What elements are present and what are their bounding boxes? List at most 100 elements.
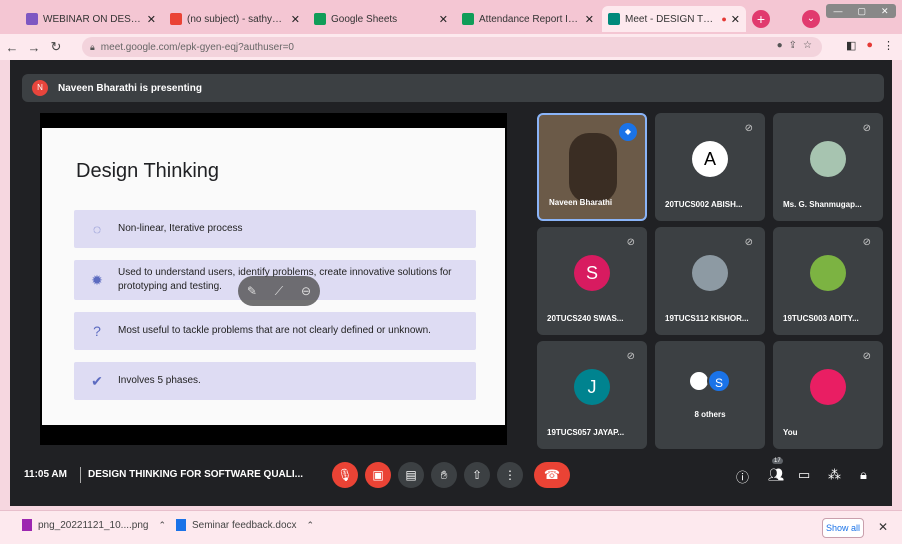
profile-avatar-icon[interactable]: ●	[866, 39, 873, 52]
participant-tile[interactable]: ⊘ S 20TUCS240 SWAS...	[537, 227, 647, 335]
mic-muted-icon: ⊘	[744, 237, 753, 248]
raise-hand-button[interactable]: ✋︎	[431, 462, 457, 488]
slide-bullet: ✔ Involves 5 phases.	[74, 362, 476, 400]
chevron-up-icon[interactable]: ⌃	[158, 520, 166, 531]
sheets-icon	[314, 13, 326, 25]
tab-meet[interactable]: Meet - DESIGN THINKING ● ✕	[602, 6, 746, 32]
gear-icon: ✹	[91, 271, 103, 288]
chevron-up-icon[interactable]: ⌃	[307, 520, 315, 531]
browser-toolbar: ← → ↻ 🔒︎ meet.google.com/epk-gyen-eqj?au…	[0, 34, 902, 60]
participant-avatar	[692, 255, 728, 291]
participant-tile[interactable]: ⊘ J 19TUCS057 JAYAP...	[537, 341, 647, 449]
maximize-icon[interactable]: ▢	[857, 6, 866, 17]
download-item[interactable]: Seminar feedback.docx ⌃	[176, 519, 314, 531]
bookmark-star-icon[interactable]: ☆	[803, 40, 812, 51]
activities-icon[interactable]: ⁂	[828, 467, 841, 483]
meeting-details-icon[interactable]: ⓘ	[736, 467, 749, 486]
mute-presenter-icon[interactable]: ⟋	[275, 284, 283, 299]
close-tab-icon[interactable]: ✕	[439, 13, 448, 26]
pin-icon[interactable]: ✎	[247, 284, 257, 298]
presentation-overlay-controls[interactable]: ✎ ⟋ ⊖	[238, 276, 320, 306]
sheets-icon	[462, 13, 474, 25]
presenting-banner: N Naveen Bharathi is presenting	[22, 74, 884, 102]
close-tab-icon[interactable]: ✕	[291, 13, 300, 26]
speaking-indicator-icon: ◆	[619, 123, 637, 141]
tab-webinar[interactable]: WEBINAR ON DESIGN THINKING ✕	[20, 6, 162, 32]
participant-avatar: J	[574, 369, 610, 405]
close-downloads-icon[interactable]: ✕	[878, 520, 888, 534]
window-controls[interactable]: — ▢ ✕	[826, 4, 896, 18]
close-tab-icon[interactable]: ✕	[731, 13, 740, 26]
menu-kebab-icon[interactable]: ⋮	[883, 39, 894, 52]
presentation-slide: Design Thinking ◌ Non-linear, Iterative …	[42, 128, 505, 425]
tab-attendance-report[interactable]: Attendance Report Industrial ✕	[456, 6, 600, 32]
new-tab-button[interactable]: +	[752, 10, 770, 28]
participant-video	[569, 133, 617, 203]
captions-button[interactable]: ▤	[398, 462, 424, 488]
image-file-icon	[22, 519, 32, 531]
participant-avatar: A	[692, 141, 728, 177]
participant-tile[interactable]: ⊘ A 20TUCS002 ABISH...	[655, 113, 765, 221]
mic-muted-icon: ⊘	[744, 123, 753, 134]
participant-tile[interactable]: ⊘ 19TUCS003 ADITY...	[773, 227, 883, 335]
address-bar[interactable]: 🔒︎ meet.google.com/epk-gyen-eqj?authuser…	[82, 37, 822, 57]
participant-avatar	[810, 369, 846, 405]
chat-icon[interactable]: ▭	[798, 467, 810, 483]
slide-bullet: ? Most useful to tackle problems that ar…	[74, 312, 476, 350]
others-tile[interactable]: S 8 others	[655, 341, 765, 449]
recording-dot-icon: ●	[721, 14, 727, 24]
participant-tile-self[interactable]: ⊘ You	[773, 341, 883, 449]
tab-google-sheets[interactable]: Google Sheets ✕	[308, 6, 454, 32]
present-screen-button[interactable]: ⇧	[464, 462, 490, 488]
word-file-icon	[176, 519, 186, 531]
mic-muted-icon: ⊘	[862, 237, 871, 248]
host-controls-icon[interactable]: 🔒︎	[860, 467, 867, 483]
show-all-downloads-button[interactable]: Show all	[822, 518, 864, 538]
question-icon: ?	[93, 323, 101, 339]
form-icon	[26, 13, 38, 25]
participant-tile[interactable]: ⊘ 19TUCS112 KISHOR...	[655, 227, 765, 335]
back-icon[interactable]: ←	[2, 40, 22, 55]
close-tab-icon[interactable]: ✕	[585, 13, 594, 26]
close-window-icon[interactable]: ✕	[881, 6, 889, 17]
gmail-icon	[170, 13, 182, 25]
participant-tile[interactable]: ◆ Naveen Bharathi	[537, 113, 647, 221]
close-tab-icon[interactable]: ✕	[147, 13, 156, 26]
participant-avatar	[810, 141, 846, 177]
browser-tab-strip: WEBINAR ON DESIGN THINKING ✕ (no subject…	[0, 0, 902, 34]
minimize-icon[interactable]: —	[833, 6, 842, 16]
slide-title: Design Thinking	[76, 160, 220, 182]
participant-avatar	[810, 255, 846, 291]
sidebar-icon[interactable]: ◧	[846, 39, 856, 52]
share-icon[interactable]: ⇪	[789, 40, 797, 51]
mic-muted-icon: ⊘	[626, 351, 635, 362]
shared-screen: Design Thinking ◌ Non-linear, Iterative …	[40, 113, 507, 445]
tab-gmail[interactable]: (no subject) - sathyabama.s@ ✕	[164, 6, 306, 32]
people-count-badge: 17	[772, 458, 783, 464]
people-icon[interactable]: 17 👥︎	[768, 458, 785, 483]
download-item[interactable]: png_20221121_10....png ⌃	[22, 519, 166, 531]
more-options-button[interactable]: ⋮	[497, 462, 523, 488]
participant-tile[interactable]: ⊘ Ms. G. Shanmugap...	[773, 113, 883, 221]
meet-control-bar: 11:05 AM DESIGN THINKING FOR SOFTWARE QU…	[10, 455, 892, 500]
tab-search-button[interactable]: ⌄	[802, 10, 820, 28]
mic-muted-icon: ⊘	[862, 123, 871, 134]
reload-icon[interactable]: ↻	[46, 39, 66, 55]
check-circle-icon: ✔	[91, 372, 103, 389]
forward-icon[interactable]: →	[24, 40, 44, 55]
camera-toggle-button[interactable]: ▣	[365, 462, 391, 488]
meet-window: N Naveen Bharathi is presenting Design T…	[10, 60, 892, 506]
participant-avatar: S	[574, 255, 610, 291]
remove-icon[interactable]: ⊖	[301, 284, 311, 298]
divider	[80, 467, 81, 483]
camera-icon[interactable]: ●	[777, 40, 783, 51]
presenter-avatar: N	[32, 80, 48, 96]
mic-muted-icon: ⊘	[626, 237, 635, 248]
leave-call-button[interactable]: ☎	[534, 462, 570, 488]
microphone-toggle-button[interactable]: 🎙︎	[332, 462, 358, 488]
slide-bullet: ◌ Non-linear, Iterative process	[74, 210, 476, 248]
participant-avatar: S	[707, 369, 731, 393]
lock-icon[interactable]: 🔒︎	[90, 42, 95, 53]
downloads-bar: png_20221121_10....png ⌃ Seminar feedbac…	[0, 510, 902, 544]
meeting-time: 11:05 AM	[24, 469, 67, 480]
